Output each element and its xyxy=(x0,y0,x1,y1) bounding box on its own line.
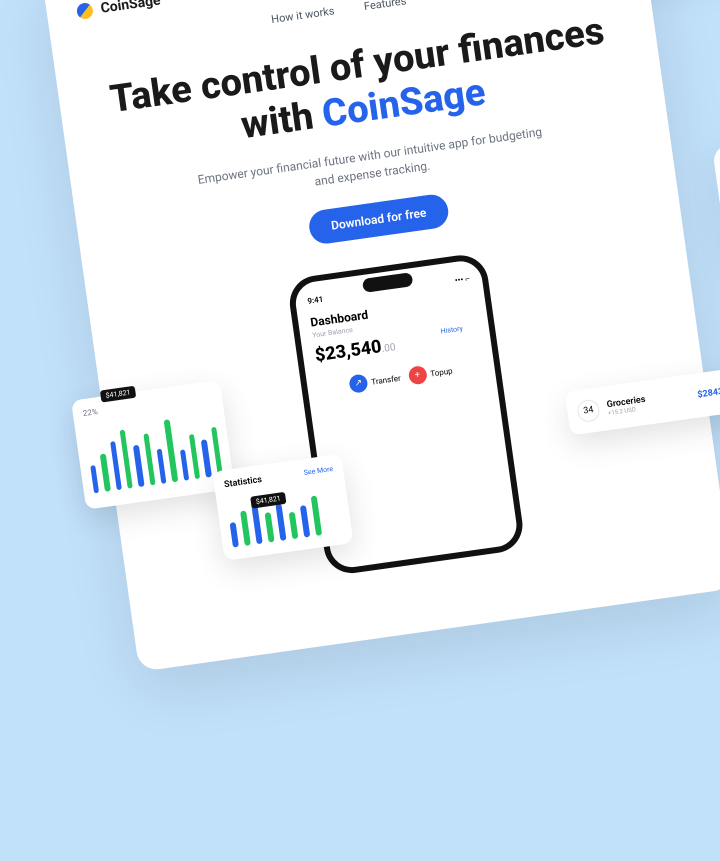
transfer-button[interactable]: ↗Transfer xyxy=(348,369,402,394)
logo-icon xyxy=(76,2,94,20)
nav-testimonials[interactable]: Testimonials xyxy=(435,0,499,3)
phone-time: 9:41 xyxy=(307,295,324,306)
nav-how-it-works[interactable]: How it works xyxy=(270,4,335,26)
status-icons: ••• ⌐ xyxy=(454,274,470,285)
statistics-widget: $41,821 Statistics See More xyxy=(212,454,353,561)
hero-card: CoinSage How it works Features Testimoni… xyxy=(42,0,720,672)
transaction-amount: $2843.98 xyxy=(697,386,720,401)
transaction-widget: 34 Groceries +15.2 USD $2843.98 xyxy=(565,367,720,436)
cta-card: − ?rs! your financial way to better xyxy=(712,105,720,266)
topup-icon: + xyxy=(407,365,427,385)
nav-features[interactable]: Features xyxy=(363,0,407,13)
chart-bars xyxy=(84,406,222,493)
history-link[interactable]: History xyxy=(440,325,463,336)
balance-value: $23,540.00 xyxy=(314,335,397,367)
chart-widget: $41,821 22% xyxy=(71,380,235,510)
transaction-count: 34 xyxy=(576,399,601,424)
logo-text: CoinSage xyxy=(100,0,162,17)
download-button[interactable]: Download for free xyxy=(307,193,450,246)
chart-tooltip: $41,821 xyxy=(100,386,136,403)
transfer-icon: ↗ xyxy=(348,374,368,394)
topup-button[interactable]: +Topup xyxy=(407,362,453,386)
